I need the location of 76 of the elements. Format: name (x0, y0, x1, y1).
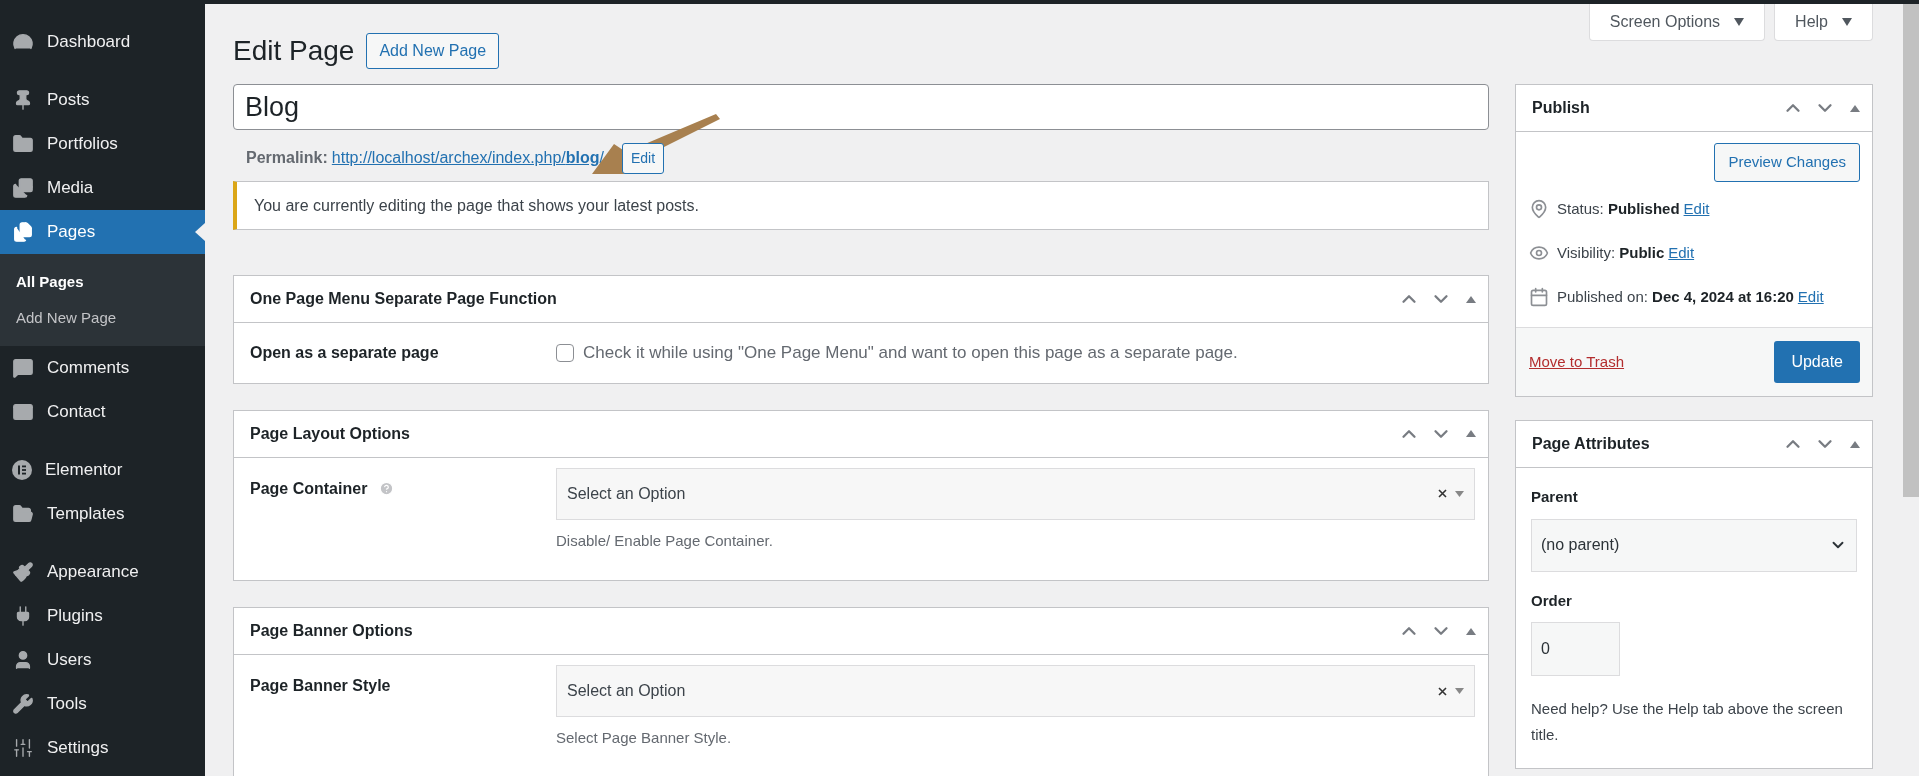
box-title: One Page Menu Separate Page Function (250, 289, 558, 309)
edit-link[interactable]: Edit (1668, 241, 1695, 265)
sidebar-item[interactable]: Media (0, 166, 205, 210)
sidebar-item[interactable]: Elementor (0, 448, 205, 492)
field-label: Open as a separate page (250, 342, 440, 363)
screen-options-button[interactable]: Screen Options (1588, 4, 1766, 41)
publish-info: Visibility: Public (1557, 242, 1665, 263)
box-title: Page Banner Options (250, 621, 414, 641)
parent-select[interactable]: (no parent) (1531, 518, 1857, 572)
caret-icon (1455, 688, 1464, 694)
sliders-icon (12, 737, 34, 759)
move-to-trash-link[interactable]: Move to Trash (1529, 350, 1625, 374)
box-title: Page Attributes (1532, 434, 1651, 454)
field-label: Page Container (250, 478, 368, 499)
sidebar-item[interactable]: Posts (0, 78, 205, 122)
update-button[interactable]: Update (1774, 341, 1860, 383)
notice-text: You are currently editing the page that shows your latest posts. (254, 195, 699, 216)
sidebar-item[interactable]: Users (0, 638, 205, 682)
sidebar-item[interactable]: Contact (0, 390, 205, 434)
collapse-icon[interactable] (1850, 440, 1860, 448)
calendar-icon (1529, 287, 1549, 307)
edit-link[interactable]: Edit (1797, 285, 1824, 309)
box-title: Page Layout Options (250, 423, 411, 444)
sidebar-item[interactable]: Portfolios (0, 122, 205, 166)
checkbox-label: Check it while using "One Page Menu" and want to open this page as a separate page. (583, 342, 1238, 364)
sidebar-item[interactable]: Templates (0, 492, 205, 536)
collapse-icon[interactable] (1466, 627, 1476, 635)
sidebar-item[interactable]: Settings (0, 726, 205, 770)
select-field[interactable]: Select an Option (556, 467, 1475, 520)
help-text: Need help? Use the Help tab above the screen title. (1531, 699, 1844, 745)
scrollbar-thumb[interactable] (1903, 4, 1919, 497)
eye-icon (1529, 243, 1549, 263)
publish-info: Published on: Dec 4, 2024 at 16:20 (1557, 286, 1794, 307)
sidebar-item[interactable]: Comments (0, 346, 205, 390)
permalink-link[interactable]: http://localhost/archex/index.php/blog/ (331, 146, 604, 170)
sidebar-item[interactable]: Appearance (0, 550, 205, 594)
clear-icon[interactable] (1438, 489, 1447, 498)
field-description: Disable/ Enable Page Container. (556, 530, 774, 551)
elementor-icon (12, 460, 32, 480)
checkbox[interactable] (556, 343, 574, 362)
submenu-item[interactable]: Add New Page (0, 300, 205, 336)
current-pointer-icon (195, 223, 205, 241)
title-field[interactable]: Blog (233, 84, 1489, 130)
help-button[interactable]: Help (1774, 4, 1873, 41)
sidebar-item[interactable]: Plugins (0, 594, 205, 638)
caret-icon (1734, 18, 1745, 26)
box-title: Publish (1532, 98, 1591, 118)
sidebar-item[interactable]: Dashboard (0, 20, 205, 64)
field-description: Select Page Banner Style. (556, 728, 733, 748)
sidebar-item[interactable]: Tools (0, 682, 205, 726)
parent-label: Parent (1531, 487, 1579, 507)
edit-permalink-button[interactable]: Edit (621, 142, 665, 174)
collapse-icon[interactable] (1466, 295, 1476, 303)
permalink-label: Permalink: (246, 148, 328, 168)
caret-icon (1842, 18, 1852, 26)
order-field[interactable]: 0 (1531, 622, 1620, 676)
preview-changes-button[interactable]: Preview Changes (1714, 143, 1860, 182)
order-label: Order (1531, 590, 1573, 611)
select-field[interactable]: Select an Option (556, 665, 1475, 717)
speech-bubble-icon (12, 357, 34, 379)
collapse-icon[interactable] (1850, 104, 1860, 112)
paintbrush-icon (12, 561, 34, 583)
add-new-page-button[interactable]: Add New Page (366, 33, 500, 69)
submenu-item[interactable]: All Pages (0, 264, 205, 300)
pin-icon (1529, 199, 1549, 219)
wrench-icon (12, 693, 34, 715)
folder-icon (12, 133, 34, 155)
edit-link[interactable]: Edit (1683, 197, 1710, 221)
sidebar-item[interactable]: Pages (0, 210, 205, 254)
caret-icon (1455, 490, 1464, 497)
publish-info: Status: Published (1557, 198, 1680, 219)
field-label: Page Banner Style (250, 676, 391, 696)
collapse-icon[interactable] (1466, 430, 1476, 437)
clear-icon[interactable] (1438, 686, 1447, 696)
page-title: Edit Page (233, 34, 355, 68)
folder-icon (12, 503, 34, 525)
